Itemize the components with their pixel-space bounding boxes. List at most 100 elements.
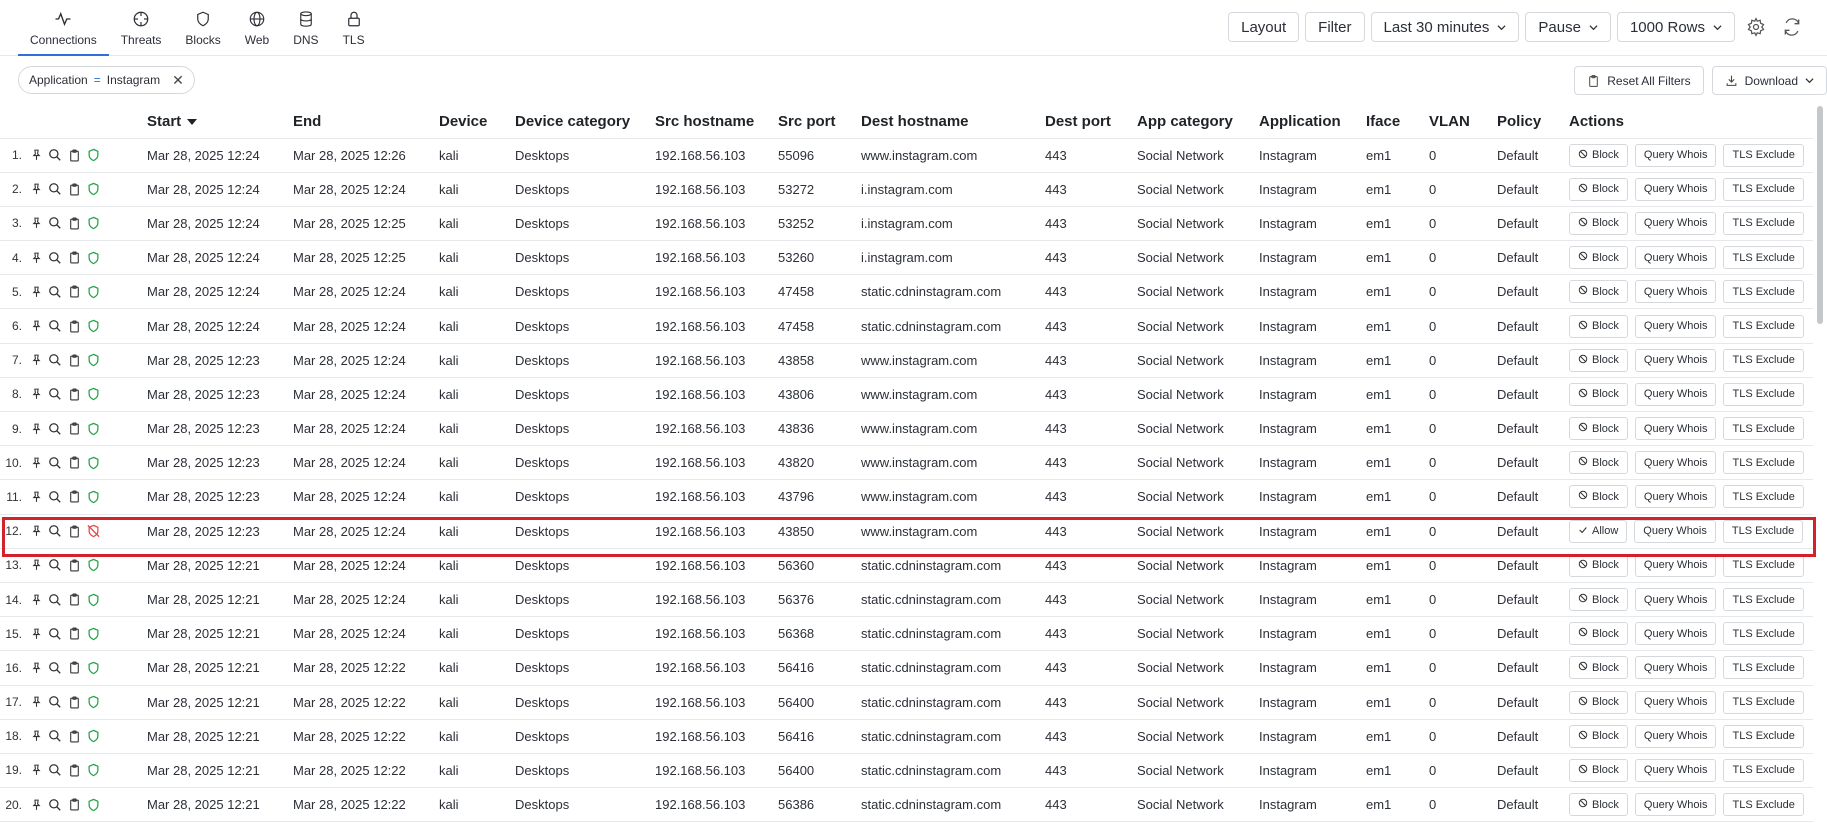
- pin-icon[interactable]: [28, 147, 44, 163]
- shield-check-icon[interactable]: [85, 352, 101, 368]
- block-button[interactable]: Block: [1569, 382, 1628, 406]
- tls-exclude-button[interactable]: TLS Exclude: [1723, 280, 1804, 304]
- query-whois-button[interactable]: Query Whois: [1634, 382, 1717, 406]
- clipboard-icon[interactable]: [66, 694, 82, 710]
- pin-icon[interactable]: [28, 352, 44, 368]
- pin-icon[interactable]: [28, 318, 44, 334]
- search-icon[interactable]: [47, 626, 63, 642]
- clipboard-icon[interactable]: [66, 284, 82, 300]
- block-button[interactable]: Block: [1569, 314, 1628, 338]
- shield-check-icon[interactable]: [85, 557, 101, 573]
- tls-exclude-button[interactable]: TLS Exclude: [1723, 622, 1804, 646]
- block-button[interactable]: Block: [1569, 143, 1628, 167]
- query-whois-button[interactable]: Query Whois: [1634, 143, 1717, 167]
- query-whois-button[interactable]: Query Whois: [1634, 211, 1717, 235]
- header-policy[interactable]: Policy: [1497, 106, 1569, 139]
- query-whois-button[interactable]: Query Whois: [1634, 588, 1717, 612]
- time-range-select[interactable]: Last 30 minutes: [1370, 12, 1520, 42]
- header-start[interactable]: Start: [147, 106, 293, 139]
- table-row[interactable]: 15. Mar 28, 2025 12:21 Mar 28, 2025 12:24 k…: [0, 616, 1813, 652]
- tls-exclude-button[interactable]: TLS Exclude: [1723, 690, 1804, 714]
- query-whois-button[interactable]: Query Whois: [1634, 451, 1717, 475]
- search-icon[interactable]: [47, 660, 63, 676]
- tab-tls[interactable]: TLS: [331, 8, 377, 56]
- table-row[interactable]: 1. Mar 28, 2025 12:24 Mar 28, 2025 12:26 ka…: [0, 138, 1813, 173]
- clipboard-icon[interactable]: [66, 386, 82, 402]
- shield-off-icon[interactable]: [85, 523, 101, 539]
- tls-exclude-button[interactable]: TLS Exclude: [1722, 519, 1804, 543]
- search-icon[interactable]: [47, 147, 63, 163]
- query-whois-button[interactable]: Query Whois: [1634, 417, 1717, 441]
- search-icon[interactable]: [47, 352, 63, 368]
- block-button[interactable]: Block: [1569, 622, 1628, 646]
- clipboard-icon[interactable]: [66, 352, 82, 368]
- search-icon[interactable]: [47, 284, 63, 300]
- filter-chip[interactable]: Application = Instagram ✕: [18, 66, 195, 94]
- search-icon[interactable]: [47, 455, 63, 471]
- query-whois-button[interactable]: Query Whois: [1634, 690, 1717, 714]
- pin-icon[interactable]: [28, 489, 44, 505]
- clipboard-icon[interactable]: [66, 728, 82, 744]
- table-row[interactable]: 10. Mar 28, 2025 12:23 Mar 28, 2025 12:24 k…: [0, 445, 1813, 481]
- table-row[interactable]: 18. Mar 28, 2025 12:21 Mar 28, 2025 12:22 k…: [0, 719, 1813, 754]
- header-device-category[interactable]: Device category: [515, 106, 655, 139]
- query-whois-button[interactable]: Query Whois: [1634, 724, 1717, 748]
- table-row[interactable]: 6. Mar 28, 2025 12:24 Mar 28, 2025 12:24 ka…: [0, 308, 1813, 344]
- shield-check-icon[interactable]: [85, 626, 101, 642]
- settings-button[interactable]: [1741, 12, 1771, 42]
- layout-button[interactable]: Layout: [1228, 12, 1300, 42]
- tls-exclude-button[interactable]: TLS Exclude: [1723, 246, 1804, 270]
- clipboard-icon[interactable]: [66, 592, 82, 608]
- shield-check-icon[interactable]: [85, 421, 101, 437]
- table-row[interactable]: 17. Mar 28, 2025 12:21 Mar 28, 2025 12:22 k…: [0, 685, 1813, 720]
- shield-check-icon[interactable]: [85, 215, 101, 231]
- clipboard-icon[interactable]: [66, 250, 82, 266]
- table-row[interactable]: 12. Mar 28, 2025 12:23 Mar 28, 2025 12:24 k…: [0, 514, 1813, 549]
- header-dest-hostname[interactable]: Dest hostname: [861, 106, 1045, 139]
- shield-check-icon[interactable]: [85, 660, 101, 676]
- block-button[interactable]: Block: [1569, 758, 1628, 782]
- block-button[interactable]: Block: [1569, 793, 1628, 817]
- pin-icon[interactable]: [28, 455, 44, 471]
- search-icon[interactable]: [47, 421, 63, 437]
- block-button[interactable]: Block: [1569, 451, 1628, 475]
- header-src-hostname[interactable]: Src hostname: [655, 106, 778, 139]
- pin-icon[interactable]: [28, 284, 44, 300]
- tls-exclude-button[interactable]: TLS Exclude: [1723, 143, 1804, 167]
- block-button[interactable]: Block: [1569, 588, 1628, 612]
- block-button[interactable]: Block: [1569, 485, 1628, 509]
- clipboard-icon[interactable]: [66, 626, 82, 642]
- clipboard-icon[interactable]: [66, 557, 82, 573]
- reset-filters-button[interactable]: Reset All Filters: [1574, 66, 1704, 95]
- query-whois-button[interactable]: Query Whois: [1634, 348, 1717, 372]
- allow-button[interactable]: Allow: [1569, 519, 1628, 543]
- rows-select[interactable]: 1000 Rows: [1616, 12, 1735, 42]
- tls-exclude-button[interactable]: TLS Exclude: [1723, 656, 1804, 680]
- shield-check-icon[interactable]: [85, 147, 101, 163]
- tls-exclude-button[interactable]: TLS Exclude: [1723, 417, 1804, 441]
- shield-check-icon[interactable]: [85, 728, 101, 744]
- table-row[interactable]: 19. Mar 28, 2025 12:21 Mar 28, 2025 12:22 k…: [0, 753, 1813, 789]
- search-icon[interactable]: [47, 523, 63, 539]
- query-whois-button[interactable]: Query Whois: [1634, 519, 1716, 543]
- search-icon[interactable]: [47, 592, 63, 608]
- header-vlan[interactable]: VLAN: [1429, 106, 1497, 139]
- tls-exclude-button[interactable]: TLS Exclude: [1723, 793, 1804, 817]
- block-button[interactable]: Block: [1569, 246, 1628, 270]
- pin-icon[interactable]: [28, 557, 44, 573]
- header-device[interactable]: Device: [439, 106, 515, 139]
- header-end[interactable]: End: [293, 106, 439, 139]
- shield-check-icon[interactable]: [85, 284, 101, 300]
- table-row[interactable]: 3. Mar 28, 2025 12:24 Mar 28, 2025 12:25 ka…: [0, 206, 1813, 242]
- clipboard-icon[interactable]: [66, 523, 82, 539]
- pin-icon[interactable]: [28, 728, 44, 744]
- table-row[interactable]: 8. Mar 28, 2025 12:23 Mar 28, 2025 12:24 ka…: [0, 377, 1813, 413]
- tab-dns[interactable]: DNS: [281, 8, 330, 56]
- search-icon[interactable]: [47, 762, 63, 778]
- clipboard-icon[interactable]: [66, 181, 82, 197]
- shield-check-icon[interactable]: [85, 797, 101, 813]
- query-whois-button[interactable]: Query Whois: [1634, 177, 1717, 201]
- shield-check-icon[interactable]: [85, 250, 101, 266]
- shield-check-icon[interactable]: [85, 762, 101, 778]
- tls-exclude-button[interactable]: TLS Exclude: [1723, 588, 1804, 612]
